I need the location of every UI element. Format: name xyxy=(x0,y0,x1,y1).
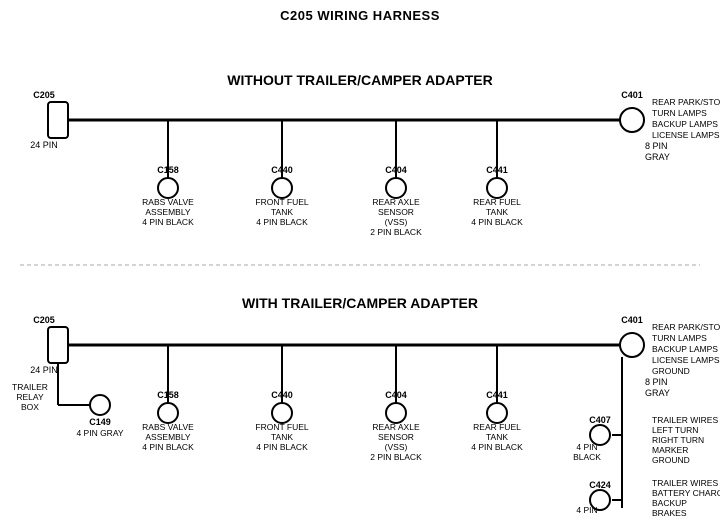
svg-text:MARKER: MARKER xyxy=(652,445,688,455)
svg-text:C401: C401 xyxy=(621,315,643,325)
svg-text:C424: C424 xyxy=(589,480,611,490)
svg-text:REAR AXLE: REAR AXLE xyxy=(372,422,420,432)
svg-text:4 PIN BLACK: 4 PIN BLACK xyxy=(256,217,308,227)
svg-text:TANK: TANK xyxy=(271,432,293,442)
svg-text:C404: C404 xyxy=(385,390,407,400)
svg-text:C407: C407 xyxy=(589,415,611,425)
svg-text:24 PIN: 24 PIN xyxy=(30,140,58,150)
svg-text:C158: C158 xyxy=(157,390,179,400)
svg-text:RELAY: RELAY xyxy=(16,392,44,402)
svg-text:C440: C440 xyxy=(271,165,293,175)
svg-text:4 PIN BLACK: 4 PIN BLACK xyxy=(142,442,194,452)
svg-text:SENSOR: SENSOR xyxy=(378,432,414,442)
svg-text:24 PIN: 24 PIN xyxy=(30,365,58,375)
svg-text:(VSS): (VSS) xyxy=(385,217,408,227)
svg-text:4 PIN BLACK: 4 PIN BLACK xyxy=(142,217,194,227)
svg-text:WITH TRAILER/CAMPER ADAPTER: WITH TRAILER/CAMPER ADAPTER xyxy=(242,295,478,311)
svg-text:BATTERY CHARGE: BATTERY CHARGE xyxy=(652,488,720,498)
svg-text:ASSEMBLY: ASSEMBLY xyxy=(145,432,191,442)
svg-text:TANK: TANK xyxy=(486,207,508,217)
page-title: C205 WIRING HARNESS xyxy=(0,0,720,23)
svg-text:2 PIN BLACK: 2 PIN BLACK xyxy=(370,227,422,237)
svg-text:C158: C158 xyxy=(157,165,179,175)
svg-text:BACKUP: BACKUP xyxy=(652,498,687,508)
svg-text:TANK: TANK xyxy=(486,432,508,442)
svg-text:8 PIN: 8 PIN xyxy=(645,377,668,387)
svg-text:RABS VALVE: RABS VALVE xyxy=(142,422,194,432)
svg-text:GRAY: GRAY xyxy=(645,388,670,398)
svg-text:GROUND: GROUND xyxy=(652,455,690,465)
svg-text:BOX: BOX xyxy=(21,402,39,412)
svg-text:RIGHT TURN: RIGHT TURN xyxy=(652,435,704,445)
svg-text:4 PIN GRAY: 4 PIN GRAY xyxy=(76,428,123,438)
svg-text:(VSS): (VSS) xyxy=(385,442,408,452)
svg-text:GRAY: GRAY xyxy=(645,152,670,162)
svg-text:C205: C205 xyxy=(33,90,55,100)
svg-text:GROUND: GROUND xyxy=(652,366,690,376)
svg-text:REAR AXLE: REAR AXLE xyxy=(372,197,420,207)
svg-text:REAR FUEL: REAR FUEL xyxy=(473,197,521,207)
svg-text:LEFT TURN: LEFT TURN xyxy=(652,425,698,435)
svg-text:C441: C441 xyxy=(486,165,508,175)
svg-text:TURN LAMPS: TURN LAMPS xyxy=(652,108,707,118)
svg-text:C441: C441 xyxy=(486,390,508,400)
svg-text:BRAKES: BRAKES xyxy=(652,508,687,517)
svg-text:BACKUP LAMPS: BACKUP LAMPS xyxy=(652,344,718,354)
svg-text:SENSOR: SENSOR xyxy=(378,207,414,217)
svg-text:WITHOUT TRAILER/CAMPER ADAPT: WITHOUT TRAILER/CAMPER ADAPTER xyxy=(227,72,492,88)
svg-text:BLACK: BLACK xyxy=(573,452,601,462)
svg-text:TRAILER: TRAILER xyxy=(12,382,48,392)
svg-text:BACKUP LAMPS: BACKUP LAMPS xyxy=(652,119,718,129)
svg-text:4 PIN BLACK: 4 PIN BLACK xyxy=(471,217,523,227)
svg-text:REAR PARK/STOP: REAR PARK/STOP xyxy=(652,97,720,107)
svg-text:4 PIN BLACK: 4 PIN BLACK xyxy=(256,442,308,452)
svg-text:8 PIN: 8 PIN xyxy=(645,141,668,151)
svg-text:TRAILER WIRES: TRAILER WIRES xyxy=(652,415,718,425)
svg-text:TRAILER WIRES: TRAILER WIRES xyxy=(652,478,718,488)
svg-text:2 PIN BLACK: 2 PIN BLACK xyxy=(370,452,422,462)
svg-text:ASSEMBLY: ASSEMBLY xyxy=(145,207,191,217)
svg-text:TANK: TANK xyxy=(271,207,293,217)
svg-text:REAR FUEL: REAR FUEL xyxy=(473,422,521,432)
svg-text:C404: C404 xyxy=(385,165,407,175)
svg-text:LICENSE LAMPS: LICENSE LAMPS xyxy=(652,355,720,365)
svg-text:FRONT FUEL: FRONT FUEL xyxy=(255,422,308,432)
svg-text:C401: C401 xyxy=(621,90,643,100)
svg-text:C149: C149 xyxy=(89,417,111,427)
svg-text:4 PIN: 4 PIN xyxy=(576,505,597,515)
svg-text:REAR PARK/STOP: REAR PARK/STOP xyxy=(652,322,720,332)
svg-text:C205: C205 xyxy=(33,315,55,325)
svg-text:C440: C440 xyxy=(271,390,293,400)
svg-text:4 PIN BLACK: 4 PIN BLACK xyxy=(471,442,523,452)
svg-text:LICENSE LAMPS: LICENSE LAMPS xyxy=(652,130,720,140)
svg-text:FRONT FUEL: FRONT FUEL xyxy=(255,197,308,207)
svg-text:4 PIN: 4 PIN xyxy=(576,442,597,452)
svg-text:TURN LAMPS: TURN LAMPS xyxy=(652,333,707,343)
svg-text:RABS VALVE: RABS VALVE xyxy=(142,197,194,207)
